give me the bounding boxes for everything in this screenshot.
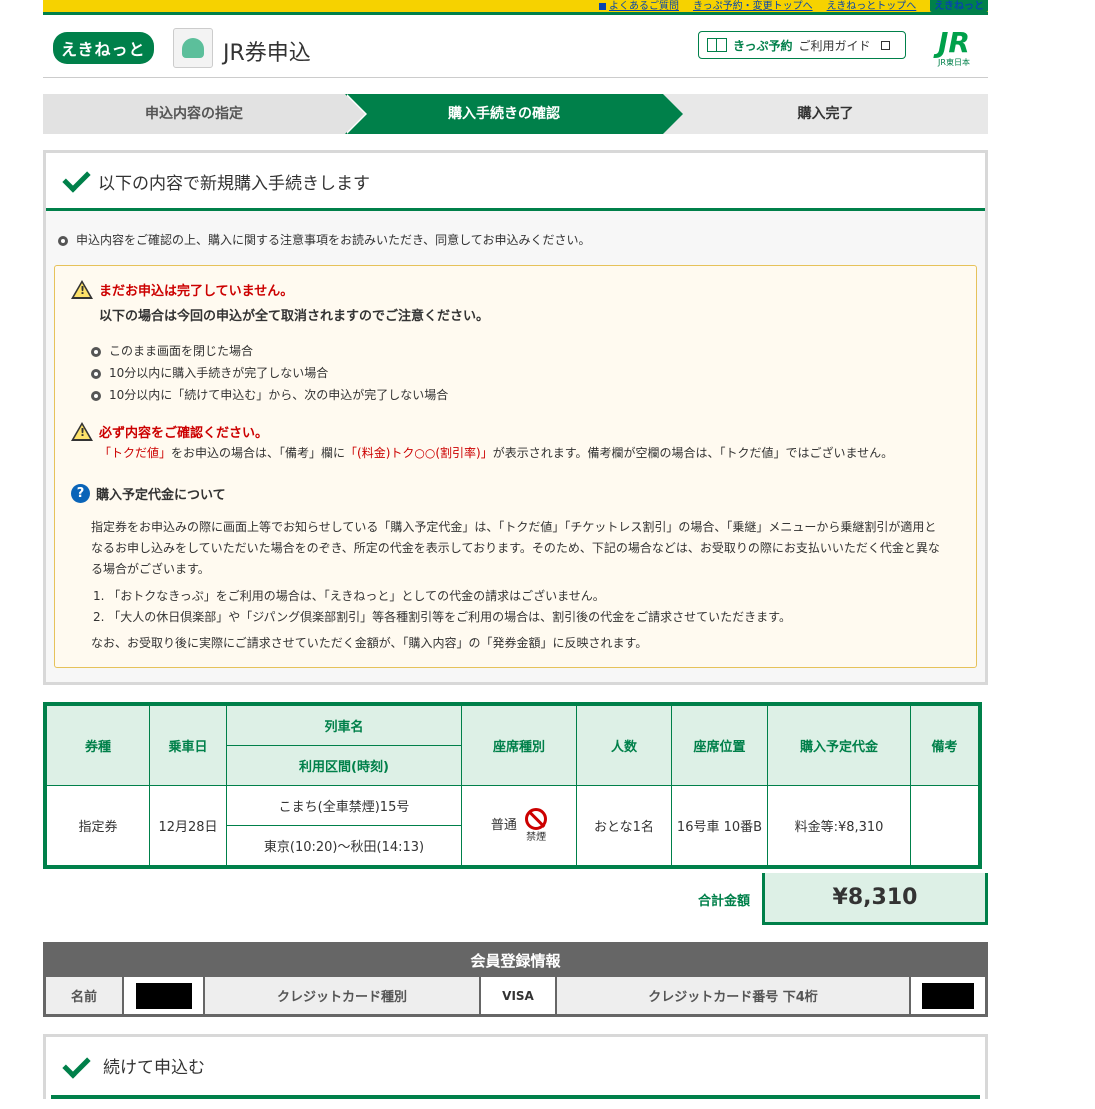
- list-item: このまま画面を閉じた場合: [91, 340, 960, 362]
- top-links: よくあるご質問 きっぷ予約・変更トップへ えきねっとトップへ えきねっと: [598, 0, 988, 12]
- price-info-list: 1. 「おトクなきっぷ」をご利用の場合は、「えきねっと」としての代金の請求はござ…: [93, 586, 960, 628]
- faq-link[interactable]: よくあるご質問: [598, 0, 679, 12]
- name-value: [124, 977, 205, 1014]
- check-icon: [62, 1050, 91, 1079]
- continue-panel: 続けて申込む: [43, 1034, 988, 1099]
- warning-icon: [71, 280, 93, 299]
- list-item: 10分以内に「続けて申込む」から、次の申込が完了しない場合: [91, 384, 960, 406]
- td-type: 指定券: [46, 785, 150, 866]
- book-icon: [707, 38, 727, 52]
- confirm-warning: 必ず内容をご確認ください。: [99, 426, 269, 441]
- confirmation-panel: 以下の内容で新規購入手続きします 申込内容をご確認の上、購入に関する注意事項をお…: [43, 150, 988, 685]
- cancel-conditions: このまま画面を閉じた場合 10分以内に購入手続きが完了しない場合 10分以内に「…: [91, 340, 960, 406]
- td-note: [910, 785, 979, 866]
- bullet-icon: [91, 390, 101, 401]
- th-seat-pos: 座席位置: [671, 705, 768, 786]
- ekinet-logo[interactable]: えきねっと: [53, 32, 154, 64]
- bullet-icon: [91, 346, 101, 357]
- step-confirm: 購入手続きの確認: [345, 94, 663, 134]
- name-label: 名前: [46, 977, 124, 1014]
- warning-icon: [71, 422, 93, 441]
- member-row: 名前 クレジットカード種別 VISA クレジットカード番号 下4桁: [46, 977, 985, 1014]
- page-title: JR券申込: [223, 41, 311, 66]
- table-row: 指定券 12月28日 こまち(全車禁煙)15号 普通 禁煙 おとな1名 16号車…: [46, 785, 979, 866]
- td-date: 12月28日: [149, 785, 227, 866]
- guide-label: ご利用ガイド: [798, 38, 871, 53]
- th-seat-type: 座席種別: [461, 705, 577, 786]
- jr-east-logo: JR JR東日本: [928, 29, 980, 68]
- card-type-label: クレジットカード種別: [205, 977, 481, 1014]
- ekinet-top-link[interactable]: えきねっとトップへ: [827, 0, 917, 12]
- jr-logo-sub: JR東日本: [938, 58, 970, 67]
- member-info-title: 会員登録情報: [46, 945, 985, 977]
- list-item: 2. 「大人の休日倶楽部」や「ジパング倶楽部割引」等各種割引等をご利用の場合は、…: [93, 610, 791, 624]
- ticket-table: 券種 乗車日 列車名 座席種別 人数 座席位置 購入予定代金 備考 利用区間(時…: [46, 705, 979, 866]
- train-dome-icon: [173, 28, 213, 68]
- th-price: 購入予定代金: [767, 705, 911, 786]
- price-info-foot: なお、お受取り後に実際にご請求させていただく金額が、「購入内容」の「発券金額」に…: [91, 636, 648, 650]
- member-info: 会員登録情報 名前 クレジットカード種別 VISA クレジットカード番号 下4桁: [43, 942, 988, 1017]
- bullet-icon: [58, 235, 68, 246]
- top-bar: よくあるご質問 きっぷ予約・変更トップへ えきねっとトップへ えきねっと: [43, 0, 988, 15]
- td-section: 東京(10:20)～秋田(14:13): [226, 825, 462, 866]
- th-type: 券種: [46, 705, 150, 786]
- total-row: 合計金額 ¥8,310: [43, 873, 988, 925]
- card-last4-value: [911, 977, 985, 1014]
- td-price: 料金等:¥8,310: [767, 785, 911, 866]
- th-section: 利用区間(時刻): [226, 745, 462, 786]
- td-people: おとな1名: [576, 785, 672, 866]
- tokudane-note: 「トクだ値」をお申込の場合は、「備考」欄に「(料金)トク○○(割引率)」が表示さ…: [99, 446, 894, 460]
- step-specify: 申込内容の指定: [43, 94, 345, 134]
- no-smoking-icon: [525, 808, 548, 830]
- price-info-title: 購入予定代金について: [96, 488, 226, 503]
- intro-text: 申込内容をご確認の上、購入に関する注意事項をお読みいただき、同意してお申込みくだ…: [54, 211, 977, 248]
- step-complete: 購入完了: [663, 94, 988, 134]
- guide-bold-label: きっぷ予約: [733, 38, 793, 53]
- panel-header: 以下の内容で新規購入手続きします: [46, 153, 985, 211]
- th-date: 乗車日: [149, 705, 227, 786]
- list-item: 1. 「おトクなきっぷ」をご利用の場合は、「えきねっと」としての代金の請求はござ…: [93, 589, 605, 603]
- usage-guide-button[interactable]: きっぷ予約 ご利用ガイド: [698, 31, 906, 59]
- cancel-warning: 以下の場合は今回の申込が全て取消されますのでご注意ください。: [99, 309, 490, 324]
- question-icon: ?: [71, 484, 90, 503]
- card-last4-label: クレジットカード番号 下4桁: [557, 977, 911, 1014]
- total-label: 合計金額: [697, 893, 750, 909]
- page: よくあるご質問 きっぷ予約・変更トップへ えきねっとトップへ えきねっと えきね…: [43, 0, 988, 1099]
- ticket-table-wrap: 券種 乗車日 列車名 座席種別 人数 座席位置 購入予定代金 備考 利用区間(時…: [43, 702, 982, 869]
- total-amount: ¥8,310: [762, 873, 988, 925]
- bullet-icon: [91, 368, 101, 379]
- no-smoking-label: 禁煙: [526, 832, 547, 843]
- check-icon: [62, 164, 91, 193]
- header: えきねっと JR券申込 きっぷ予約 ご利用ガイド JR JR東日本: [43, 15, 988, 78]
- th-note: 備考: [910, 705, 979, 786]
- external-link-icon: [880, 40, 890, 50]
- jr-logo-text: JR: [938, 26, 970, 59]
- ekinet-mini-logo[interactable]: えきねっと: [930, 0, 988, 12]
- redacted-mask: [135, 982, 192, 1009]
- td-seat-pos: 16号車 10番B: [671, 785, 768, 866]
- redacted-mask: [922, 982, 974, 1009]
- panel-title: 以下の内容で新規購入手続きします: [98, 174, 370, 194]
- notice-box: まだお申込は完了していません。 以下の場合は今回の申込が全て取消されますのでご注…: [54, 265, 977, 668]
- ticket-top-link[interactable]: きっぷ予約・変更トップへ: [693, 0, 813, 12]
- td-train: こまち(全車禁煙)15号: [226, 785, 462, 826]
- step-progress: 申込内容の指定 購入手続きの確認 購入完了: [43, 94, 988, 134]
- price-info-text: 指定券をお申込みの際に画面上等でお知らせしている「購入予定代金」は、「トクだ値」…: [91, 520, 940, 576]
- th-people: 人数: [576, 705, 672, 786]
- card-type-value: VISA: [481, 977, 557, 1014]
- th-train: 列車名: [226, 705, 462, 746]
- list-item: 10分以内に購入手続きが完了しない場合: [91, 362, 960, 384]
- not-complete-warning: まだお申込は完了していません。: [99, 284, 294, 299]
- td-seat-type: 普通 禁煙: [461, 785, 577, 866]
- continue-title[interactable]: 続けて申込む: [103, 1053, 205, 1078]
